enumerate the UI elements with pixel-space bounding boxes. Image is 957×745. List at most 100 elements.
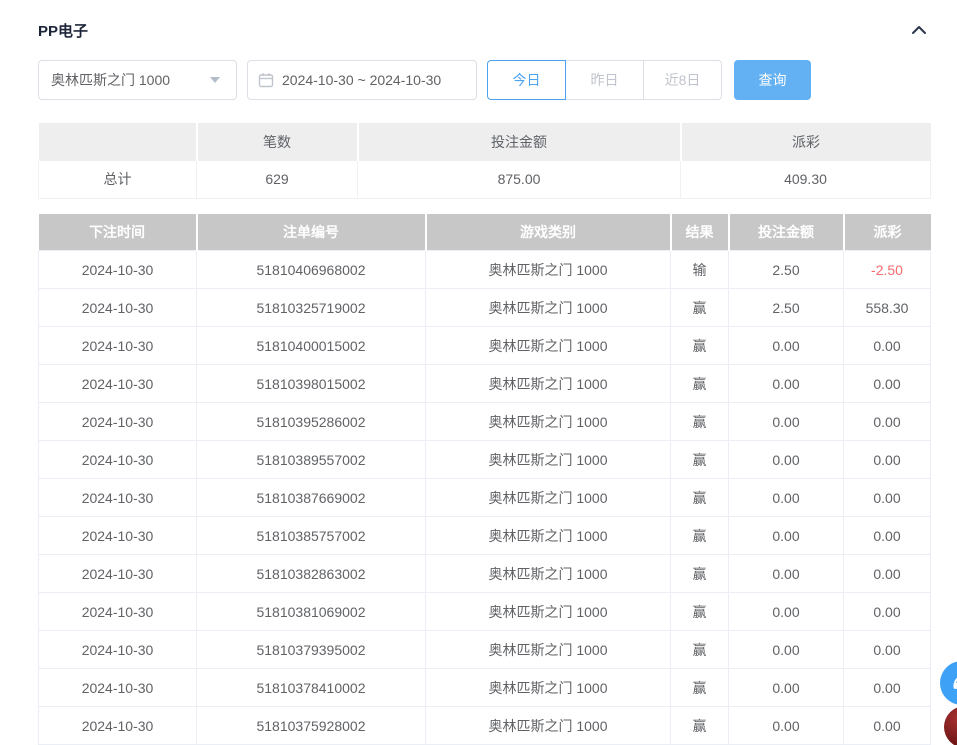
records-table: 下注时间 注单编号 游戏类别 结果 投注金额 派彩 2024-10-30 518… <box>38 214 931 745</box>
date-range-picker[interactable]: 2024-10-30 ~ 2024-10-30 <box>247 60 477 100</box>
cell-bet-id: 51810378410002 <box>197 669 426 707</box>
cell-payout: 0.00 <box>844 403 931 441</box>
cell-bet-time: 2024-10-30 <box>39 441 197 479</box>
cell-game-category: 奥林匹斯之门 1000 <box>426 593 671 631</box>
table-row: 2024-10-30 51810379395002 奥林匹斯之门 1000 赢 … <box>39 631 931 669</box>
cell-result: 赢 <box>671 669 729 707</box>
cell-bet-time: 2024-10-30 <box>39 555 197 593</box>
cell-bet-amount: 0.00 <box>729 707 844 745</box>
pp-electronics-panel: PP电子 奥林匹斯之门 1000 2024-10-30 ~ 2024-10-30… <box>0 0 957 745</box>
cell-bet-time: 2024-10-30 <box>39 403 197 441</box>
date-range-value: 2024-10-30 ~ 2024-10-30 <box>282 72 441 88</box>
cell-bet-time: 2024-10-30 <box>39 707 197 745</box>
cell-game-category: 奥林匹斯之门 1000 <box>426 403 671 441</box>
summary-total-count: 629 <box>197 161 358 198</box>
cell-bet-amount: 0.00 <box>729 327 844 365</box>
customer-service-icon <box>951 672 957 694</box>
cell-result: 赢 <box>671 517 729 555</box>
cell-bet-time: 2024-10-30 <box>39 289 197 327</box>
panel-title: PP电子 <box>38 20 88 41</box>
yesterday-button[interactable]: 昨日 <box>565 60 644 100</box>
cell-bet-id: 51810400015002 <box>197 327 426 365</box>
cell-bet-amount: 0.00 <box>729 365 844 403</box>
records-header-result: 结果 <box>671 214 729 251</box>
cell-payout: 0.00 <box>844 479 931 517</box>
summary-header-blank <box>39 123 197 161</box>
cell-result: 输 <box>671 251 729 289</box>
cell-result: 赢 <box>671 631 729 669</box>
panel-header: PP电子 <box>38 18 930 42</box>
cell-bet-id: 51810406968002 <box>197 251 426 289</box>
cell-game-category: 奥林匹斯之门 1000 <box>426 251 671 289</box>
cell-bet-id: 51810381069002 <box>197 593 426 631</box>
cell-bet-id: 51810325719002 <box>197 289 426 327</box>
summary-header-payout: 派彩 <box>681 123 931 161</box>
summary-header-bet-amount: 投注金额 <box>358 123 681 161</box>
search-button[interactable]: 查询 <box>734 60 811 100</box>
cell-payout: -2.50 <box>844 251 931 289</box>
table-row: 2024-10-30 51810387669002 奥林匹斯之门 1000 赢 … <box>39 479 931 517</box>
records-tbody: 2024-10-30 51810406968002 奥林匹斯之门 1000 输 … <box>39 251 931 745</box>
cell-result: 赢 <box>671 327 729 365</box>
cell-result: 赢 <box>671 593 729 631</box>
cell-game-category: 奥林匹斯之门 1000 <box>426 365 671 403</box>
table-row: 2024-10-30 51810382863002 奥林匹斯之门 1000 赢 … <box>39 555 931 593</box>
table-row: 2024-10-30 51810400015002 奥林匹斯之门 1000 赢 … <box>39 327 931 365</box>
cell-game-category: 奥林匹斯之门 1000 <box>426 327 671 365</box>
cell-bet-id: 51810389557002 <box>197 441 426 479</box>
cell-bet-amount: 0.00 <box>729 669 844 707</box>
cell-bet-amount: 0.00 <box>729 593 844 631</box>
cell-bet-time: 2024-10-30 <box>39 251 197 289</box>
records-header-row: 下注时间 注单编号 游戏类别 结果 投注金额 派彩 <box>39 214 931 251</box>
cell-bet-amount: 0.00 <box>729 479 844 517</box>
table-row: 2024-10-30 51810398015002 奥林匹斯之门 1000 赢 … <box>39 365 931 403</box>
cell-bet-time: 2024-10-30 <box>39 669 197 707</box>
summary-header-count: 笔数 <box>197 123 358 161</box>
cell-game-category: 奥林匹斯之门 1000 <box>426 479 671 517</box>
table-row: 2024-10-30 51810375928002 奥林匹斯之门 1000 赢 … <box>39 707 931 745</box>
cell-result: 赢 <box>671 555 729 593</box>
table-row: 2024-10-30 51810389557002 奥林匹斯之门 1000 赢 … <box>39 441 931 479</box>
cell-result: 赢 <box>671 707 729 745</box>
game-select[interactable]: 奥林匹斯之门 1000 <box>38 60 237 100</box>
cell-bet-amount: 0.00 <box>729 441 844 479</box>
cell-bet-time: 2024-10-30 <box>39 327 197 365</box>
cell-bet-id: 51810395286002 <box>197 403 426 441</box>
cell-game-category: 奥林匹斯之门 1000 <box>426 631 671 669</box>
table-row: 2024-10-30 51810385757002 奥林匹斯之门 1000 赢 … <box>39 517 931 555</box>
cell-payout: 0.00 <box>844 517 931 555</box>
cell-bet-id: 51810382863002 <box>197 555 426 593</box>
summary-total-row: 总计 629 875.00 409.30 <box>39 161 931 198</box>
cell-payout: 0.00 <box>844 555 931 593</box>
cell-game-category: 奥林匹斯之门 1000 <box>426 289 671 327</box>
cell-bet-amount: 0.00 <box>729 403 844 441</box>
last-8-days-button[interactable]: 近8日 <box>643 60 722 100</box>
cell-result: 赢 <box>671 479 729 517</box>
summary-header-row: 笔数 投注金额 派彩 <box>39 123 931 161</box>
cell-game-category: 奥林匹斯之门 1000 <box>426 441 671 479</box>
cell-bet-amount: 0.00 <box>729 555 844 593</box>
cell-game-category: 奥林匹斯之门 1000 <box>426 669 671 707</box>
table-row: 2024-10-30 51810381069002 奥林匹斯之门 1000 赢 … <box>39 593 931 631</box>
records-header-game-category: 游戏类别 <box>426 214 671 251</box>
cell-payout: 558.30 <box>844 289 931 327</box>
cell-bet-id: 51810375928002 <box>197 707 426 745</box>
cell-payout: 0.00 <box>844 707 931 745</box>
cell-bet-time: 2024-10-30 <box>39 631 197 669</box>
collapse-panel-button[interactable] <box>908 19 930 41</box>
cell-bet-id: 51810379395002 <box>197 631 426 669</box>
chevron-up-icon <box>911 25 927 35</box>
table-row: 2024-10-30 51810325719002 奥林匹斯之门 1000 赢 … <box>39 289 931 327</box>
cell-bet-amount: 0.00 <box>729 631 844 669</box>
cell-result: 赢 <box>671 365 729 403</box>
cell-bet-id: 51810385757002 <box>197 517 426 555</box>
cell-bet-time: 2024-10-30 <box>39 365 197 403</box>
cell-bet-id: 51810398015002 <box>197 365 426 403</box>
summary-total-payout: 409.30 <box>681 161 931 198</box>
chevron-down-icon <box>210 77 220 83</box>
cell-game-category: 奥林匹斯之门 1000 <box>426 555 671 593</box>
records-header-bet-id: 注单编号 <box>197 214 426 251</box>
cell-bet-time: 2024-10-30 <box>39 517 197 555</box>
today-button[interactable]: 今日 <box>487 60 566 100</box>
cell-bet-amount: 2.50 <box>729 289 844 327</box>
